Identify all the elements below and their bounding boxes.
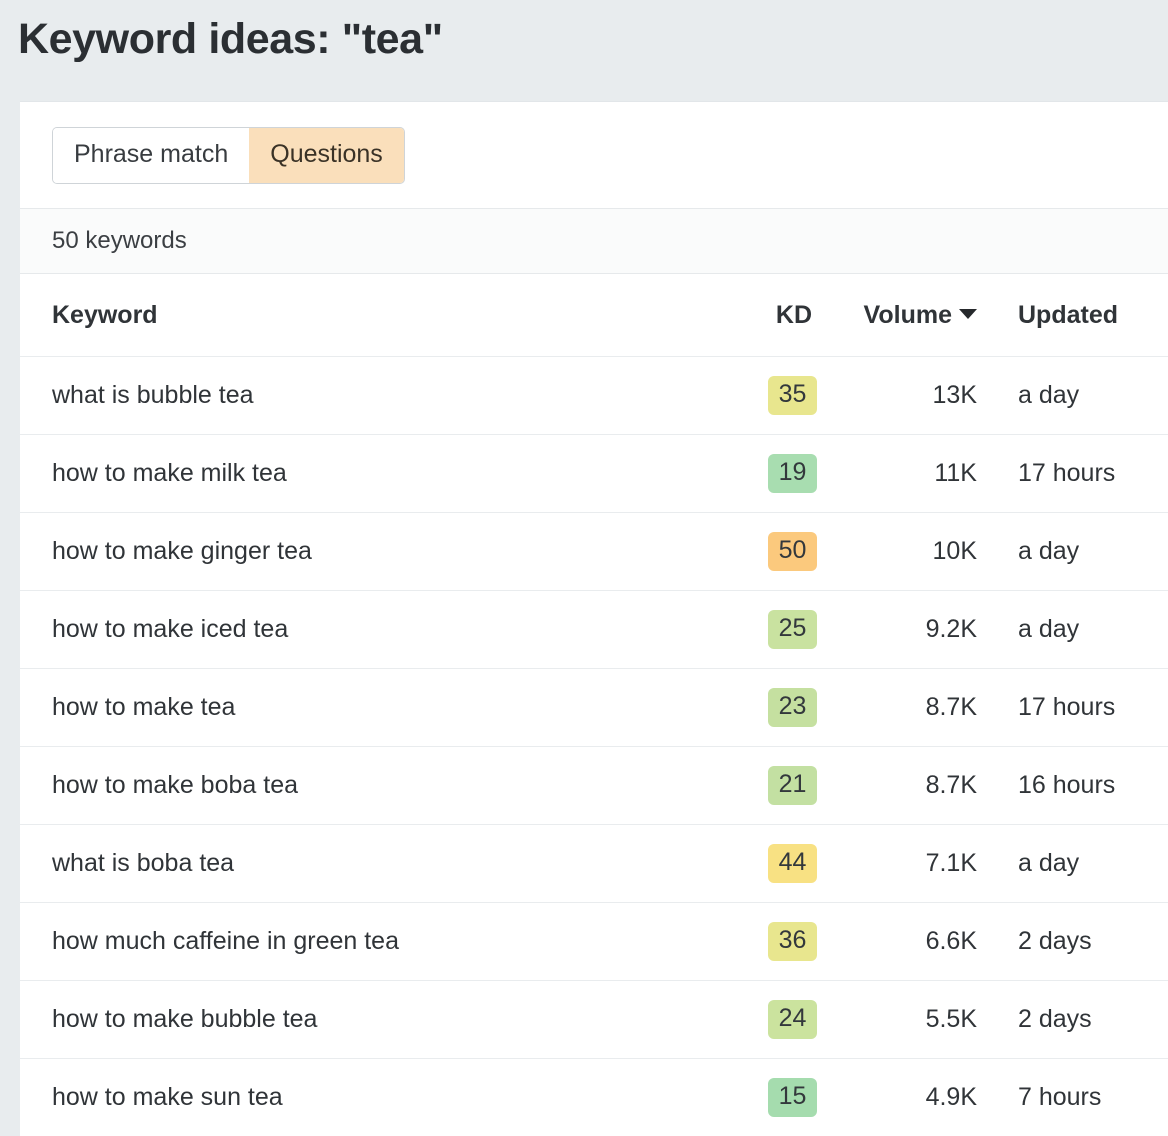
cell-keyword[interactable]: how to make iced tea: [20, 591, 740, 669]
cell-volume: 6.6K: [830, 903, 990, 981]
cell-keyword[interactable]: how to make ginger tea: [20, 513, 740, 591]
match-type-tabs: Phrase match Questions: [52, 127, 405, 184]
cell-keyword[interactable]: how to make tea: [20, 669, 740, 747]
cell-volume: 11K: [830, 435, 990, 513]
cell-volume: 5.5K: [830, 981, 990, 1059]
cell-volume: 8.7K: [830, 747, 990, 825]
table-header-row: Keyword KD Volume Updated: [20, 274, 1168, 357]
cell-kd: 15: [740, 1059, 830, 1136]
cell-keyword[interactable]: how to make bubble tea: [20, 981, 740, 1059]
kd-badge: 23: [768, 688, 817, 727]
table-row[interactable]: how to make bubble tea 24 5.5K2 days: [20, 981, 1168, 1059]
cell-kd: 50: [740, 513, 830, 591]
tab-phrase-match[interactable]: Phrase match: [53, 128, 249, 183]
cell-keyword[interactable]: what is boba tea: [20, 825, 740, 903]
cell-kd: 21: [740, 747, 830, 825]
kd-badge: 19: [768, 454, 817, 493]
cell-keyword[interactable]: how to make sun tea: [20, 1059, 740, 1136]
kd-badge: 50: [768, 532, 817, 571]
column-header-keyword[interactable]: Keyword: [20, 274, 740, 357]
cell-updated: a day: [990, 825, 1168, 903]
cell-kd: 25: [740, 591, 830, 669]
table-row[interactable]: how to make tea 23 8.7K17 hours: [20, 669, 1168, 747]
cell-updated: a day: [990, 591, 1168, 669]
table-row[interactable]: how to make iced tea 25 9.2Ka day: [20, 591, 1168, 669]
column-header-updated[interactable]: Updated: [990, 274, 1168, 357]
kd-badge: 36: [768, 922, 817, 961]
table-row[interactable]: how to make boba tea 21 8.7K16 hours: [20, 747, 1168, 825]
kd-badge: 21: [768, 766, 817, 805]
cell-updated: 2 days: [990, 981, 1168, 1059]
cell-kd: 36: [740, 903, 830, 981]
keyword-ideas-card: Phrase match Questions 50 keywords Keywo…: [20, 101, 1168, 1136]
table-row[interactable]: what is boba tea 44 7.1Ka day: [20, 825, 1168, 903]
cell-kd: 35: [740, 357, 830, 435]
table-row[interactable]: what is bubble tea 35 13Ka day: [20, 357, 1168, 435]
cell-volume: 10K: [830, 513, 990, 591]
keyword-ideas-table: Keyword KD Volume Updated what is bubble…: [20, 274, 1168, 1136]
tab-questions[interactable]: Questions: [249, 128, 404, 183]
kd-badge: 44: [768, 844, 817, 883]
table-header: Keyword KD Volume Updated: [20, 274, 1168, 357]
cell-updated: 7 hours: [990, 1059, 1168, 1136]
table-row[interactable]: how to make milk tea 19 11K17 hours: [20, 435, 1168, 513]
keyword-count-label: 50 keywords: [52, 227, 187, 254]
cell-volume: 4.9K: [830, 1059, 990, 1136]
cell-updated: 16 hours: [990, 747, 1168, 825]
cell-volume: 13K: [830, 357, 990, 435]
cell-kd: 24: [740, 981, 830, 1059]
kd-badge: 24: [768, 1000, 817, 1039]
column-header-kd[interactable]: KD: [740, 274, 830, 357]
cell-updated: a day: [990, 357, 1168, 435]
cell-keyword[interactable]: what is bubble tea: [20, 357, 740, 435]
cell-updated: a day: [990, 513, 1168, 591]
cell-updated: 17 hours: [990, 669, 1168, 747]
column-header-volume-label: Volume: [864, 301, 952, 329]
cell-kd: 44: [740, 825, 830, 903]
kd-badge: 35: [768, 376, 817, 415]
cell-keyword[interactable]: how to make milk tea: [20, 435, 740, 513]
cell-volume: 7.1K: [830, 825, 990, 903]
keyword-count-bar: 50 keywords: [20, 208, 1168, 274]
cell-updated: 17 hours: [990, 435, 1168, 513]
cell-kd: 19: [740, 435, 830, 513]
cell-keyword[interactable]: how to make boba tea: [20, 747, 740, 825]
cell-kd: 23: [740, 669, 830, 747]
table-row[interactable]: how to make ginger tea 50 10Ka day: [20, 513, 1168, 591]
kd-badge: 15: [768, 1078, 817, 1117]
cell-updated: 2 days: [990, 903, 1168, 981]
table-row[interactable]: how much caffeine in green tea 36 6.6K2 da…: [20, 903, 1168, 981]
table-body: what is bubble tea3513Ka dayhow to make …: [20, 357, 1168, 1136]
column-header-volume[interactable]: Volume: [830, 274, 990, 357]
kd-badge: 25: [768, 610, 817, 649]
table-row[interactable]: how to make sun tea 15 4.9K7 hours: [20, 1059, 1168, 1136]
cell-volume: 9.2K: [830, 591, 990, 669]
cell-volume: 8.7K: [830, 669, 990, 747]
cell-keyword[interactable]: how much caffeine in green tea: [20, 903, 740, 981]
page-title: Keyword ideas: "tea": [0, 0, 1168, 68]
match-type-tabs-row: Phrase match Questions: [20, 102, 1168, 208]
caret-down-icon: [959, 309, 977, 319]
